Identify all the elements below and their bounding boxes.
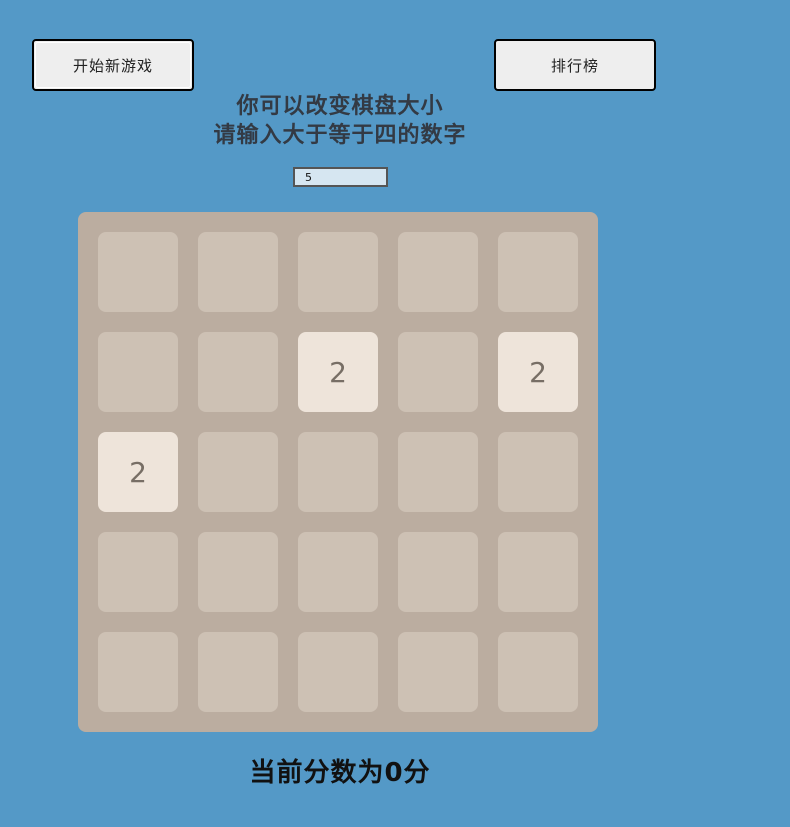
- board-size-hint-line2: 请输入大于等于四的数字: [213, 122, 467, 148]
- tile: 2: [498, 332, 578, 412]
- empty-cell: [198, 332, 278, 412]
- empty-cell: [398, 432, 478, 512]
- empty-cell: [198, 232, 278, 312]
- empty-cell: [498, 532, 578, 612]
- empty-cell: [398, 332, 478, 412]
- new-game-button-label: 开始新游戏: [72, 56, 153, 75]
- empty-cell: [98, 532, 178, 612]
- empty-cell: [198, 532, 278, 612]
- new-game-button[interactable]: 开始新游戏: [32, 39, 194, 91]
- board-size-hint-line1: 你可以改变棋盘大小: [236, 93, 444, 119]
- empty-cell: [498, 232, 578, 312]
- empty-cell: [398, 632, 478, 712]
- empty-cell: [498, 632, 578, 712]
- empty-cell: [198, 432, 278, 512]
- tile: 2: [298, 332, 378, 412]
- empty-cell: [398, 232, 478, 312]
- empty-cell: [498, 432, 578, 512]
- empty-cell: [298, 232, 378, 312]
- empty-cell: [398, 532, 478, 612]
- leaderboard-button-label: 排行榜: [550, 56, 599, 75]
- empty-cell: [98, 632, 178, 712]
- empty-cell: [198, 632, 278, 712]
- tile: 2: [98, 432, 178, 512]
- score-text: 当前分数为0分: [249, 758, 431, 788]
- empty-cell: [298, 532, 378, 612]
- board-size-input[interactable]: [293, 167, 388, 187]
- empty-cell: [98, 232, 178, 312]
- leaderboard-button[interactable]: 排行榜: [494, 39, 656, 91]
- game-board[interactable]: 2 2 2: [78, 212, 598, 732]
- empty-cell: [298, 632, 378, 712]
- empty-cell: [298, 432, 378, 512]
- empty-cell: [98, 332, 178, 412]
